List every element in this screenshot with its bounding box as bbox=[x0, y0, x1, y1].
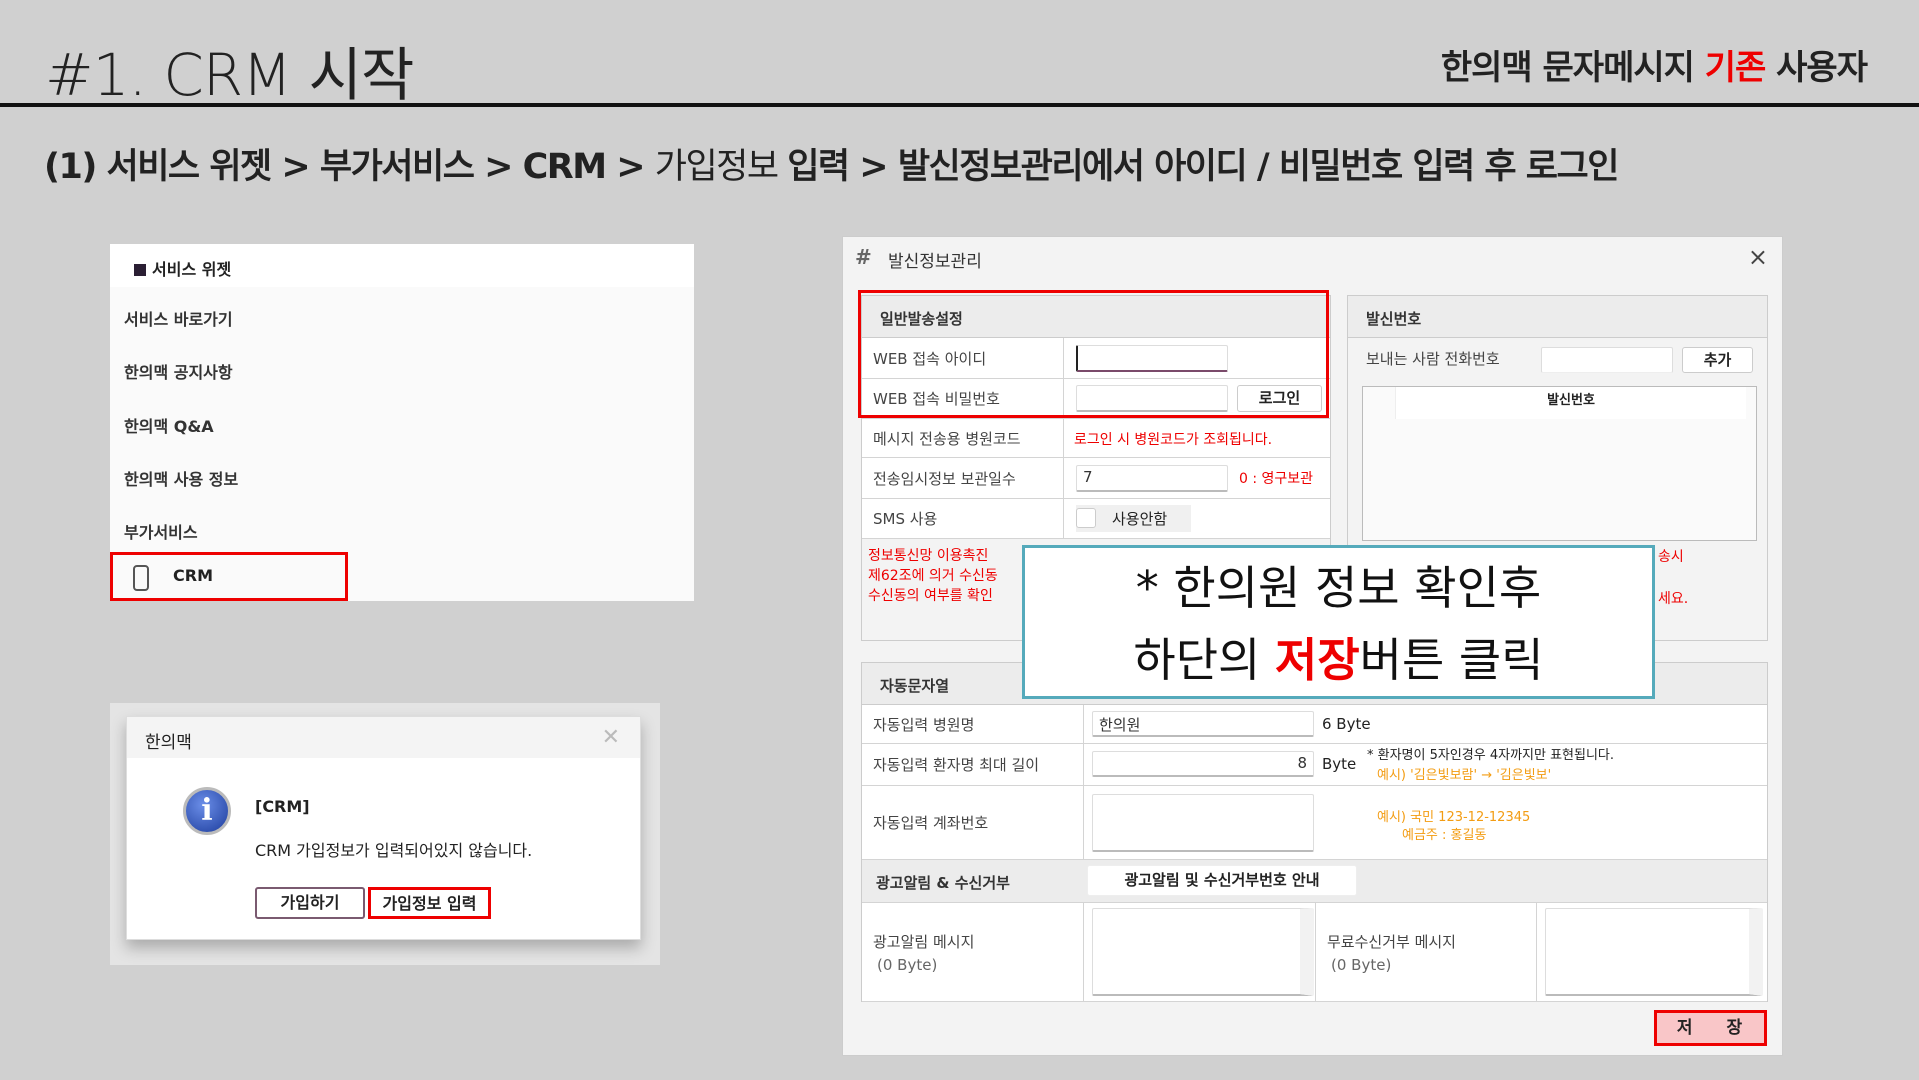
account-input[interactable] bbox=[1092, 794, 1314, 852]
info-icon: i bbox=[183, 787, 231, 835]
keep-days-input[interactable]: 7 bbox=[1076, 465, 1228, 492]
reject-message-label-cell: 무료수신거부 메시지 (0 Byte) bbox=[1315, 903, 1537, 1001]
add-button[interactable]: 추가 bbox=[1682, 347, 1753, 373]
highlight-box bbox=[858, 290, 1329, 418]
callout-text: 버튼 클릭 bbox=[1359, 633, 1544, 687]
widget-item-crm[interactable]: CRM bbox=[110, 552, 348, 601]
square-icon bbox=[134, 264, 146, 276]
byte-count: (0 Byte) bbox=[877, 955, 938, 974]
widget-header: 서비스 위젯 bbox=[110, 244, 694, 287]
widget-item[interactable]: 부가서비스 bbox=[124, 519, 198, 543]
ad-message-label-cell: 광고알림 메시지 (0 Byte) bbox=[862, 903, 1084, 1001]
service-widget: 서비스 위젯 서비스 바로가기 한의맥 공지사항 한의맥 Q&A 한의맥 사용 … bbox=[110, 244, 694, 601]
callout-line2: 하단의 저장버튼 클릭 bbox=[1025, 624, 1652, 696]
length-unit: Byte bbox=[1322, 755, 1357, 773]
close-icon[interactable]: ✕ bbox=[602, 725, 620, 750]
field-label: 자동입력 계좌번호 bbox=[862, 786, 1084, 859]
widget-item[interactable]: 한의맥 Q&A bbox=[124, 413, 214, 437]
alert-dialog: 한의맥 ✕ i [CRM] CRM 가입정보가 입력되어있지 않습니다. 가입하… bbox=[126, 716, 641, 940]
header-pre: 한의맥 문자메시지 bbox=[1440, 48, 1705, 88]
phone-icon bbox=[133, 565, 149, 591]
widget-item[interactable]: 한의맥 사용 정보 bbox=[124, 466, 238, 490]
widget-title: 서비스 위젯 bbox=[152, 260, 232, 279]
ad-guide-button[interactable]: 광고알림 및 수신거부번호 안내 bbox=[1087, 865, 1357, 896]
join-button[interactable]: 가입하기 bbox=[255, 887, 365, 919]
divider bbox=[0, 103, 1919, 107]
ad-message-textarea[interactable] bbox=[1092, 908, 1314, 996]
row-messages: 광고알림 메시지 (0 Byte) 무료수신거부 메시지 (0 Byte) bbox=[862, 903, 1767, 1002]
notice-line: 정보통신망 이용촉진 bbox=[868, 548, 989, 564]
group-title: 발신번호 bbox=[1348, 296, 1767, 338]
enter-info-button[interactable]: 가입정보 입력 bbox=[368, 887, 491, 919]
alert-screenshot: 한의맥 ✕ i [CRM] CRM 가입정보가 입력되어있지 않습니다. 가입하… bbox=[110, 703, 660, 965]
code-note: 로그인 시 병원코드가 조회됩니다. bbox=[1074, 432, 1273, 448]
field-label: 메시지 전송용 병원코드 bbox=[862, 419, 1064, 457]
account-example: 예시) 국민 123-12-12345 bbox=[1377, 810, 1531, 825]
field-label: 자동입력 병원명 bbox=[862, 705, 1084, 743]
field-label: 광고알림 메시지 bbox=[873, 932, 975, 951]
account-holder-example: 예금주 : 홍길동 bbox=[1402, 828, 1487, 843]
crm-label: CRM bbox=[173, 566, 213, 585]
page-title: #1. CRM 시작 bbox=[45, 41, 414, 109]
byte-count: (0 Byte) bbox=[1331, 955, 1392, 974]
field-label: 자동입력 환자명 최대 길이 bbox=[862, 744, 1084, 785]
column-header[interactable]: 발신번호 bbox=[1396, 387, 1746, 419]
hash-icon: # bbox=[855, 245, 872, 269]
row-account: 자동입력 계좌번호 예시) 국민 123-12-12345 예금주 : 홍길동 bbox=[862, 786, 1767, 860]
window-title: 발신정보관리 bbox=[888, 252, 982, 272]
step-instruction: (1) 서비스 위젯 > 부가서비스 > CRM > 가입정보 입력 > 발신정… bbox=[44, 138, 1619, 189]
row-hospital-name: 자동입력 병원명 한의원 6 Byte bbox=[862, 705, 1767, 744]
step-p2: 가입정보 bbox=[654, 147, 788, 187]
notice-line: 수신동의 여부를 확인 bbox=[868, 588, 993, 604]
row-ad: 광고알림 & 수신거부 광고알림 및 수신거부번호 안내 bbox=[862, 860, 1767, 903]
sender-number-table: 발신번호 bbox=[1362, 386, 1757, 541]
header-highlight: 기존 bbox=[1704, 48, 1767, 88]
row-keep-days: 전송임시정보 보관일수 7 0 : 영구보관 bbox=[862, 458, 1330, 499]
phone-label: 보내는 사람 전화번호 bbox=[1366, 350, 1500, 368]
name-bytes: 6 Byte bbox=[1322, 715, 1371, 733]
row-hospital-code: 메시지 전송용 병원코드 로그인 시 병원코드가 조회됩니다. bbox=[862, 419, 1330, 458]
save-button[interactable]: 저 장 bbox=[1654, 1010, 1767, 1046]
widget-item[interactable]: 한의맥 공지사항 bbox=[124, 359, 233, 383]
notice-text: 정보통신망 이용촉진 제62조에 의거 수신동 수신동의 여부를 확인 bbox=[868, 546, 998, 606]
alert-title: 한의맥 bbox=[127, 717, 640, 758]
notice-line: 제62조에 의거 수신동 bbox=[868, 568, 998, 584]
sms-checkbox-wrap[interactable]: 사용안함 bbox=[1076, 505, 1191, 532]
step-p3: 입력 > 발신정보관리에서 아이디 / 비밀번호 입력 후 로그인 bbox=[787, 147, 1619, 187]
ad-label: 광고알림 & 수신거부 bbox=[876, 874, 1010, 892]
note-fragment: 송시 bbox=[1658, 549, 1684, 565]
auto-string-group: 자동문자열 자동입력 병원명 한의원 6 Byte 자동입력 환자명 최대 길이… bbox=[861, 662, 1768, 1002]
sms-checkbox[interactable] bbox=[1076, 508, 1096, 528]
phone-input[interactable] bbox=[1541, 347, 1673, 373]
row-sms: SMS 사용 사용안함 bbox=[862, 499, 1330, 539]
alert-message: CRM 가입정보가 입력되어있지 않습니다. bbox=[255, 841, 533, 860]
row-name-length: 자동입력 환자명 최대 길이 8 Byte * 환자명이 5자인경우 4자까지만… bbox=[862, 744, 1767, 786]
callout-text: 하단의 bbox=[1133, 633, 1276, 687]
step-p1: (1) 서비스 위젯 > 부가서비스 > CRM > bbox=[44, 147, 655, 187]
field-label: 무료수신거부 메시지 bbox=[1327, 932, 1456, 951]
length-note: * 환자명이 5자인경우 4자까지만 표현됩니다. bbox=[1367, 748, 1615, 763]
keep-note: 0 : 영구보관 bbox=[1239, 471, 1314, 487]
name-length-input[interactable]: 8 bbox=[1092, 751, 1314, 777]
field-label: 전송임시정보 보관일수 bbox=[862, 458, 1064, 498]
callout-line1: * 한의원 정보 확인후 bbox=[1135, 561, 1542, 615]
sms-option: 사용안함 bbox=[1112, 510, 1168, 528]
note-fragment: 세요. bbox=[1658, 591, 1689, 607]
instruction-callout: * 한의원 정보 확인후 하단의 저장버튼 클릭 bbox=[1022, 545, 1655, 699]
header-post: 사용자 bbox=[1765, 48, 1868, 88]
callout-highlight: 저장 bbox=[1275, 633, 1360, 687]
reject-message-textarea[interactable] bbox=[1545, 908, 1763, 996]
header-subtitle: 한의맥 문자메시지 기존 사용자 bbox=[1440, 40, 1868, 89]
widget-item[interactable]: 서비스 바로가기 bbox=[124, 306, 233, 330]
close-icon[interactable]: × bbox=[1748, 243, 1768, 271]
length-example: 예시) '김은빛보람' → '김은빛보' bbox=[1377, 768, 1552, 783]
field-label: SMS 사용 bbox=[862, 499, 1064, 538]
select-all-corner[interactable] bbox=[1363, 387, 1396, 419]
alert-heading: [CRM] bbox=[255, 797, 310, 816]
hospital-name-input[interactable]: 한의원 bbox=[1092, 711, 1314, 737]
